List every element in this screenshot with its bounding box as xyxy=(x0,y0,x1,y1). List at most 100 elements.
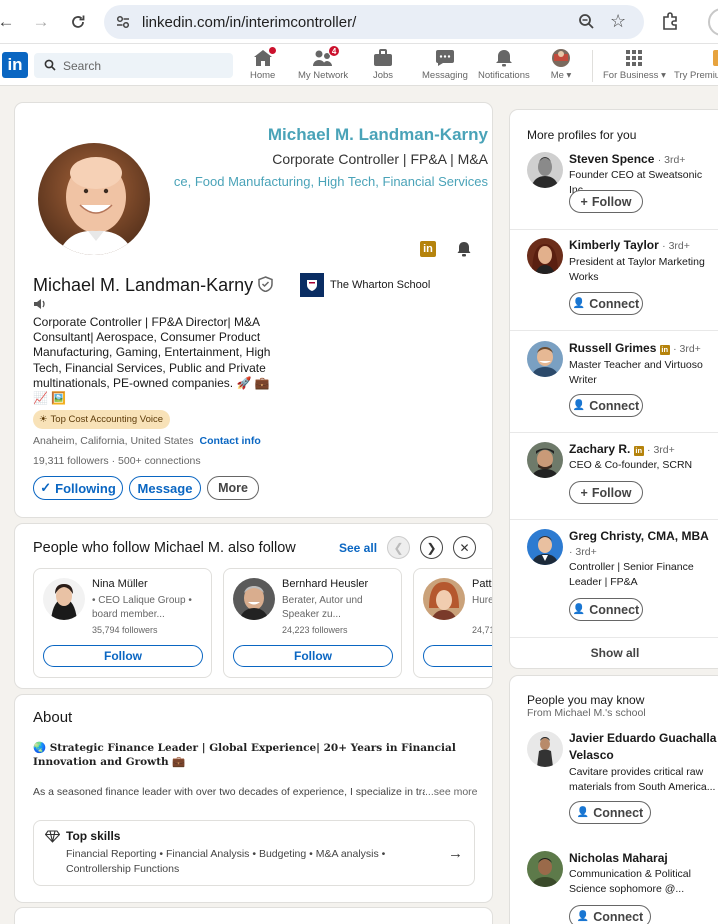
banner-role: Corporate Controller | FP&A | M&A xyxy=(272,151,488,167)
person-name[interactable]: Kimberly Taylor · 3rd+ xyxy=(569,238,690,252)
arrow-right-icon[interactable]: → xyxy=(448,845,463,862)
people-you-may-know-card: People you may know From Michael M.'s sc… xyxy=(510,676,718,924)
divider xyxy=(510,637,718,638)
person-name[interactable]: Javier Eduardo Guachalla Velasco xyxy=(569,730,718,764)
follow-button[interactable]: + Follow xyxy=(569,190,643,213)
person-name[interactable]: Russell Grimes in · 3rd+ xyxy=(569,341,701,355)
top-skills-title: Top skills xyxy=(66,829,121,843)
nav-notifications[interactable]: Notifications xyxy=(478,48,530,84)
verified-shield-icon[interactable] xyxy=(258,276,273,297)
search-icon xyxy=(44,59,56,74)
back-icon[interactable]: ← xyxy=(0,10,18,34)
nav-jobs-label: Jobs xyxy=(372,70,394,81)
follow-button[interactable]: + Follow xyxy=(569,481,643,504)
message-button[interactable]: Message xyxy=(129,476,201,500)
also-follow-title: People who follow Michael M. also follow xyxy=(33,540,296,556)
divider xyxy=(510,432,718,433)
person-avatar[interactable] xyxy=(527,152,563,188)
add-person-icon: 👤 xyxy=(576,807,590,818)
see-all-link[interactable]: See all xyxy=(339,541,377,555)
person-avatar[interactable] xyxy=(527,238,563,274)
person-headline: Communication & Political Science sophom… xyxy=(569,868,691,895)
connect-button[interactable]: 👤 Connect xyxy=(569,801,651,824)
extensions-icon[interactable] xyxy=(660,11,680,34)
profile-card: Michael M. Landman-Karny Corporate Contr… xyxy=(15,103,492,517)
diamond-icon xyxy=(44,830,61,846)
nav-me-label: Me ▾ xyxy=(550,70,572,81)
person-name[interactable]: Bernhard Heusler xyxy=(282,578,368,590)
profile-photo[interactable] xyxy=(35,140,153,258)
person-avatar[interactable] xyxy=(527,851,563,887)
person-name[interactable]: Greg Christy, CMA, MBA xyxy=(569,529,709,543)
person-name[interactable]: Nicholas Maharaj xyxy=(569,851,668,865)
chevron-down-icon: ▾ xyxy=(661,70,666,81)
location-line: Anaheim, California, United States Contac… xyxy=(33,435,261,447)
see-more-link[interactable]: ...see more xyxy=(425,786,478,798)
suggested-person-card[interactable]: Bernhard Heusler Berater, Autor und Spea… xyxy=(223,568,402,678)
name-pronunciation-speaker-icon[interactable] xyxy=(33,298,47,313)
more-profiles-card: More profiles for you Steven Spence · 3r… xyxy=(510,110,718,668)
chevron-left-icon: ❮ xyxy=(393,540,404,555)
show-all-button[interactable]: Show all xyxy=(510,646,718,660)
person-name[interactable]: Patti xyxy=(472,578,492,590)
top-skills-list: Financial Reporting • Financial Analysis… xyxy=(66,848,386,875)
chevron-right-icon: ❯ xyxy=(426,540,437,555)
more-button[interactable]: More xyxy=(207,476,259,500)
bookmark-star-icon[interactable]: ☆ xyxy=(610,11,626,32)
network-count-badge: 4 xyxy=(328,45,341,57)
forward-icon[interactable]: → xyxy=(29,10,53,34)
zoom-icon[interactable] xyxy=(578,13,595,33)
nav-jobs[interactable]: Jobs xyxy=(372,48,394,84)
linkedin-premium-icon[interactable]: in xyxy=(420,241,436,257)
contact-info-link[interactable]: Contact info xyxy=(200,435,261,447)
person-followers: 24,223 followers xyxy=(282,625,348,635)
nav-home[interactable]: Home xyxy=(250,46,277,84)
person-name[interactable]: Nina Müller xyxy=(92,578,148,590)
person-followers: 35,794 followers xyxy=(92,625,158,635)
person-avatar[interactable] xyxy=(527,529,563,565)
connect-button[interactable]: 👤 Connect xyxy=(569,394,643,417)
person-avatar[interactable] xyxy=(527,731,563,767)
nav-try-premium[interactable]: Try Premium xyxy=(674,48,718,84)
reload-icon[interactable] xyxy=(66,10,90,34)
following-button[interactable]: ✓ Following xyxy=(33,476,123,500)
also-follow-card: People who follow Michael M. also follow… xyxy=(15,524,492,688)
connect-button[interactable]: 👤 Connect xyxy=(569,905,651,924)
site-settings-icon[interactable] xyxy=(114,13,132,31)
person-avatar[interactable] xyxy=(527,442,563,478)
person-headline: Hure Satin xyxy=(472,595,492,606)
suggested-person-card[interactable]: Nina Müller • CEO Lalique Group • board … xyxy=(33,568,212,678)
home-icon xyxy=(252,46,277,68)
search-input[interactable]: Search xyxy=(34,53,233,78)
nav-messaging[interactable]: Messaging xyxy=(422,48,468,84)
education-school[interactable]: The Wharton School xyxy=(300,273,430,297)
plus-icon: + xyxy=(580,194,588,209)
follow-button[interactable]: Fo xyxy=(423,645,492,667)
dismiss-button[interactable]: ✕ xyxy=(453,536,476,559)
browser-profile-avatar[interactable] xyxy=(708,8,718,36)
top-skills-box[interactable]: Top skills Financial Reporting • Financi… xyxy=(33,820,475,886)
nav-me[interactable]: Me ▾ xyxy=(550,48,572,84)
nav-my-network[interactable]: 4 My Network xyxy=(298,45,348,84)
url-text[interactable]: linkedin.com/in/interimcontroller/ xyxy=(142,14,356,31)
carousel-prev-button[interactable]: ❮ xyxy=(387,536,410,559)
nav-home-label: Home xyxy=(250,70,276,81)
banner-name: Michael M. Landman-Karny xyxy=(267,125,488,144)
top-voice-badge[interactable]: ☀ Top Cost Accounting Voice xyxy=(33,410,171,429)
divider xyxy=(510,229,718,230)
follow-button[interactable]: Follow xyxy=(43,645,203,667)
connect-button[interactable]: 👤 Connect xyxy=(569,292,643,315)
connect-button[interactable]: 👤 Connect xyxy=(569,598,643,621)
person-name[interactable]: Zachary R. in · 3rd+ xyxy=(569,442,675,456)
suggested-person-card[interactable]: Patti Hure Satin 24,71 Fo xyxy=(413,568,492,678)
person-avatar[interactable] xyxy=(527,341,563,377)
notification-bell-icon[interactable] xyxy=(456,241,472,260)
pymk-title: People you may know xyxy=(527,693,645,707)
person-name[interactable]: Steven Spence · 3rd+ xyxy=(569,152,685,166)
follow-button[interactable]: Follow xyxy=(233,645,393,667)
address-bar[interactable]: linkedin.com/in/interimcontroller/ ☆ xyxy=(104,5,644,39)
nav-for-business[interactable]: For Business ▾ xyxy=(603,48,666,84)
carousel-next-button[interactable]: ❯ xyxy=(420,536,443,559)
linkedin-logo[interactable]: in xyxy=(2,52,28,78)
followers-connections[interactable]: 19,311 followers · 500+ connections xyxy=(33,455,201,467)
